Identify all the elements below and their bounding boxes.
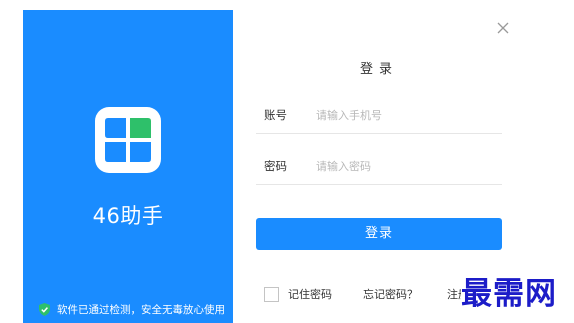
- login-window: 46助手 软件已通过检测，安全无毒放心使用 登录 账号 密码 登录 记住密码 忘…: [0, 0, 574, 323]
- account-field: 账号: [256, 99, 502, 134]
- app-logo: [95, 107, 161, 173]
- password-input[interactable]: [316, 155, 496, 177]
- login-button[interactable]: 登录: [256, 218, 502, 250]
- close-icon[interactable]: [496, 21, 510, 35]
- forgot-password-link[interactable]: 忘记密码？: [363, 286, 418, 304]
- account-label: 账号: [264, 108, 287, 122]
- watermark-logo: 最需网: [461, 272, 574, 320]
- security-notice: 软件已通过检测，安全无毒放心使用: [37, 300, 225, 318]
- brand-panel: 46助手 软件已通过检测，安全无毒放心使用: [23, 10, 233, 323]
- form-title: 登录: [359, 62, 398, 77]
- security-text: 软件已通过检测，安全无毒放心使用: [57, 303, 225, 316]
- four-petal-windmill-icon: [105, 118, 151, 162]
- password-field: 密码: [256, 150, 502, 185]
- remember-password-checkbox[interactable]: [264, 287, 279, 302]
- account-input[interactable]: [316, 104, 496, 126]
- app-name: 46助手: [92, 204, 164, 228]
- password-label: 密码: [264, 159, 287, 173]
- shield-check-icon: [39, 302, 50, 316]
- remember-password-label[interactable]: 记住密码: [288, 286, 332, 304]
